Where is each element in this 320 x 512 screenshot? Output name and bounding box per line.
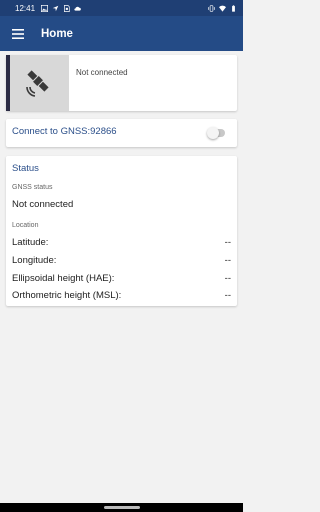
longitude-value: --: [224, 255, 231, 266]
battery-icon: [232, 4, 235, 12]
status-bar: 12:41: [0, 0, 243, 16]
longitude-row: Longitude: --: [12, 255, 231, 266]
hae-label: Ellipsoidal height (HAE):: [12, 273, 115, 284]
menu-button[interactable]: [8, 24, 28, 44]
device-thumbnail: [6, 55, 69, 111]
hae-row: Ellipsoidal height (HAE): --: [12, 273, 231, 284]
navigation-icon: [52, 5, 59, 11]
vibrate-icon: [208, 4, 215, 12]
hae-value: --: [224, 273, 231, 284]
status-title: Status: [12, 163, 39, 174]
connection-card[interactable]: Not connected: [6, 55, 237, 111]
sim-icon: [64, 4, 70, 12]
app-bar: Home: [0, 16, 243, 51]
gnss-status-value: Not connected: [12, 199, 74, 210]
clock: 12:41: [15, 3, 36, 13]
page-title: Home: [41, 27, 73, 40]
longitude-label: Longitude:: [12, 255, 57, 266]
home-gesture-handle[interactable]: [104, 506, 140, 509]
msl-value: --: [224, 290, 231, 301]
location-label: Location: [12, 222, 39, 229]
toggle-thumb: [207, 127, 219, 139]
cloud-icon: [74, 6, 81, 11]
gnss-connect-toggle[interactable]: [207, 127, 225, 139]
gnss-connect-label: Connect to GNSS:92866: [12, 126, 117, 137]
status-card: Status GNSS status Not connected Locatio…: [6, 156, 237, 306]
connection-status-text: Not connected: [76, 68, 128, 77]
gnss-status-label: GNSS status: [12, 184, 53, 191]
latitude-label: Latitude:: [12, 237, 49, 248]
msl-row: Orthometric height (MSL): --: [12, 290, 231, 301]
system-nav-bar: [0, 503, 243, 512]
latitude-row: Latitude: --: [12, 237, 231, 248]
menu-icon: [12, 28, 24, 39]
satellite-icon: [25, 70, 49, 97]
msl-label: Orthometric height (MSL):: [12, 290, 122, 301]
gnss-connect-card: Connect to GNSS:92866: [6, 119, 237, 147]
image-icon: [41, 4, 49, 12]
wifi-icon: [219, 5, 226, 12]
latitude-value: --: [224, 237, 231, 248]
